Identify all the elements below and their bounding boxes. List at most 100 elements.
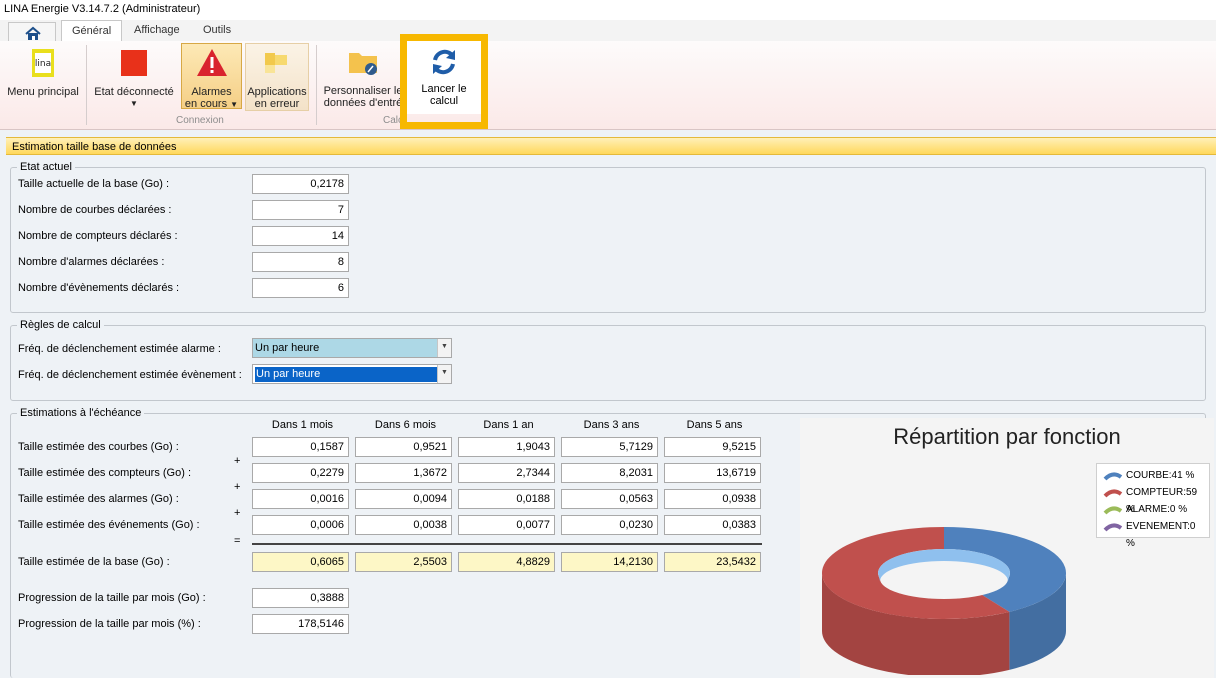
alarmes-en-cours-button[interactable]: Alarmes en cours ▼ [181,43,242,111]
nombre-compteurs-field[interactable]: 14 [252,226,349,246]
alarmes-5-ans-field[interactable]: 0,0938 [664,489,761,509]
progression-go-label: Progression de la taille par mois (Go) : [18,592,206,604]
evenements-6-mois-field[interactable]: 0,0038 [355,515,452,535]
progression-go-field[interactable]: 0,3888 [252,588,349,608]
alarmes-3-ans-field[interactable]: 0,0563 [561,489,658,509]
refresh-icon [433,49,455,75]
taille-compteurs-label: Taille estimée des compteurs (Go) : [18,467,192,479]
freq-evenement-label: Fréq. de déclenchement estimée évènement… [18,369,242,381]
nombre-courbes-field[interactable]: 7 [252,200,349,220]
nombre-evenements-label: Nombre d'évènements déclarés : [18,282,180,294]
lancer-calcul-label-line1: Lancer le [421,83,467,95]
lina-logo-icon: lina [32,49,54,77]
applications-en-erreur-button[interactable]: Applications en erreur [245,43,309,111]
evenements-3-ans-field[interactable]: 0,0230 [561,515,658,535]
chevron-down-icon[interactable]: ▼ [437,365,451,383]
warning-icon [196,49,227,76]
evenements-5-ans-field[interactable]: 0,0383 [664,515,761,535]
nombre-courbes-label: Nombre de courbes déclarées : [18,204,172,216]
ribbon: lina Menu principal Etat déconnecté ▼ Al… [0,41,1216,130]
folder-edit-icon [349,53,377,75]
personnaliser-label-line2: données d'entré [323,97,403,109]
chart-title: Répartition par fonction [893,424,1121,449]
column-header: Dans 3 ans [583,419,640,431]
freq-alarme-value: Un par heure [255,342,320,354]
courbes-3-ans-field[interactable]: 5,7129 [561,437,658,457]
home-tab[interactable] [8,22,56,42]
lancer-calcul-button[interactable]: Lancer le calcul [407,41,481,114]
alarmes-en-cours-text: en cours [184,98,228,110]
plus-sign: + [234,481,241,493]
chevron-down-icon[interactable]: ▼ [437,339,451,357]
plus-sign: + [234,455,241,467]
applications-label-line2: en erreur [254,98,300,110]
freq-evenement-value: Un par heure [255,367,438,382]
courbes-1-mois-field[interactable]: 0,1587 [252,437,349,457]
taille-actuelle-label: Taille actuelle de la base (Go) : [18,178,170,190]
alarmes-label-line2: en cours ▼ [182,98,241,111]
total-1-mois-field[interactable]: 0,6065 [252,552,349,572]
courbes-5-ans-field[interactable]: 9,5215 [664,437,761,457]
evenements-1-mois-field[interactable]: 0,0006 [252,515,349,535]
etat-deconnecte-button[interactable]: Etat déconnecté ▼ [92,43,176,111]
alarmes-1-an-field[interactable]: 0,0188 [458,489,555,509]
compteurs-6-mois-field[interactable]: 1,3672 [355,463,452,483]
evenements-1-an-field[interactable]: 0,0077 [458,515,555,535]
etat-actuel-group: Etat actuel [10,161,1206,313]
nombre-alarmes-label: Nombre d'alarmes déclarées : [18,256,165,268]
freq-alarme-label: Fréq. de déclenchement estimée alarme : [18,343,221,355]
chart-legend: COURBE:41 % COMPTEUR:59 % ALARME:0 % EVE… [1096,463,1210,549]
legend-swatch [1103,472,1123,481]
svg-text:lina: lina [35,59,51,69]
donut-chart [821,527,1066,675]
group-connexion-label: Connexion [176,115,224,126]
alarmes-1-mois-field[interactable]: 0,0016 [252,489,349,509]
ribbon-separator [316,45,317,125]
lancer-calcul-content: Lancer le calcul [407,41,481,107]
dropdown-arrow-icon: ▼ [130,99,138,108]
progression-pct-field[interactable]: 178,5146 [252,614,349,634]
freq-alarme-select[interactable]: Un par heure ▼ [252,338,452,358]
personnaliser-label-line1: Personnaliser le [323,85,403,97]
legend-label: COURBE:41 % [1126,470,1195,481]
nombre-alarmes-field[interactable]: 8 [252,252,349,272]
taille-alarmes-label: Taille estimée des alarmes (Go) : [18,493,179,505]
window-title: LINA Energie V3.14.7.2 (Administrateur) [0,0,1216,20]
taille-base-label: Taille estimée de la base (Go) : [18,556,170,568]
lancer-calcul-label-line2: calcul [429,95,459,107]
taille-actuelle-field[interactable]: 0,2178 [252,174,349,194]
ribbon-separator [86,45,87,125]
courbes-6-mois-field[interactable]: 0,9521 [355,437,452,457]
compteurs-1-mois-field[interactable]: 0,2279 [252,463,349,483]
total-5-ans-field[interactable]: 23,5432 [664,552,761,572]
compteurs-1-an-field[interactable]: 2,7344 [458,463,555,483]
personnaliser-button[interactable]: Personnaliser le données d'entré [321,43,405,111]
tab-general[interactable]: Général [61,20,123,42]
tab-outils[interactable]: Outils [193,20,241,42]
home-icon [25,26,41,40]
donut-top [821,527,1066,619]
equals-sign: = [234,535,241,547]
menu-principal-button[interactable]: lina Menu principal [6,43,80,111]
dropdown-arrow-icon: ▼ [230,100,239,109]
legend-entry-compteur: COMPTEUR:59 % [1101,484,1205,515]
applications-label-line1: Applications [247,86,307,98]
tab-affichage[interactable]: Affichage [124,20,190,42]
alarmes-6-mois-field[interactable]: 0,0094 [355,489,452,509]
alarmes-label-line1: Alarmes [191,86,232,98]
legend-swatch [1103,489,1123,498]
total-6-mois-field[interactable]: 2,5503 [355,552,452,572]
compteurs-3-ans-field[interactable]: 8,2031 [561,463,658,483]
courbes-1-an-field[interactable]: 1,9043 [458,437,555,457]
application-error-icon [265,53,287,73]
legend-swatch [1103,523,1123,532]
etat-actuel-legend: Etat actuel [20,161,72,173]
legend-swatch [1103,506,1123,515]
legend-label: ALARME:0 % [1126,504,1188,515]
freq-evenement-select[interactable]: Un par heure ▼ [252,364,452,384]
total-1-an-field[interactable]: 4,8829 [458,552,555,572]
compteurs-5-ans-field[interactable]: 13,6719 [664,463,761,483]
total-3-ans-field[interactable]: 14,2130 [561,552,658,572]
column-header: Dans 1 an [483,419,534,431]
nombre-evenements-field[interactable]: 6 [252,278,349,298]
